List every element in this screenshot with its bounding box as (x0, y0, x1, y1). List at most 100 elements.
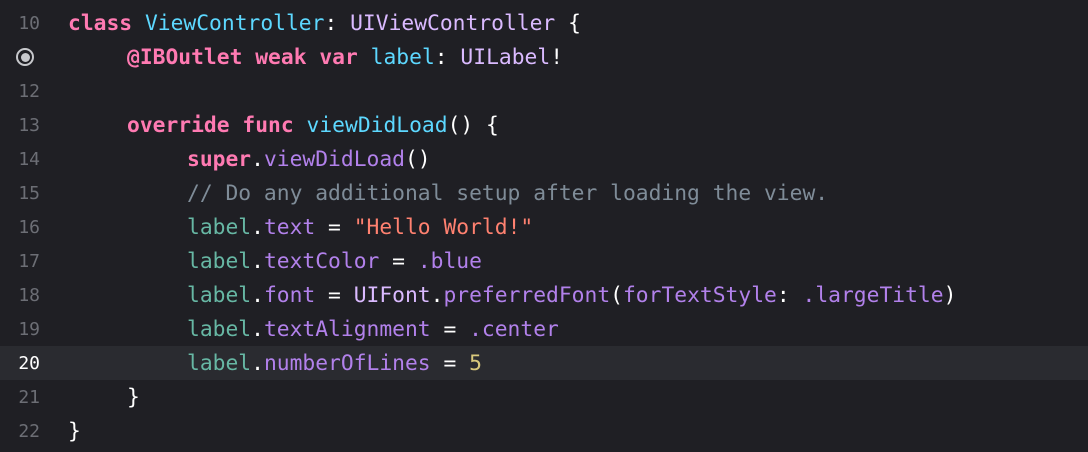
code-editor[interactable]: 10 class ViewController: UIViewControlle… (0, 0, 1088, 452)
type-token: UILabel (460, 44, 551, 70)
operator-token: = (315, 282, 354, 308)
enum-case-token: .center (469, 316, 559, 342)
keyword-token: weak (255, 44, 307, 70)
code-line-17[interactable]: 17 label.textColor = .blue (0, 244, 1088, 278)
punctuation-token: ) (943, 282, 957, 308)
gutter[interactable]: 22 (0, 421, 46, 442)
property-name-token: label (370, 44, 435, 70)
punctuation-token: . (251, 282, 264, 308)
punctuation-token: } (68, 418, 81, 444)
punctuation-token: . (251, 316, 264, 342)
property-token: font (263, 282, 316, 308)
type-token: UIFont (353, 282, 431, 308)
punctuation-token: ! (550, 44, 564, 70)
line-code[interactable]: } (46, 385, 1088, 410)
method-token: preferredFont (443, 282, 611, 308)
code-line-12[interactable]: 12 (0, 74, 1088, 108)
identifier-token: label (187, 350, 252, 376)
line-code[interactable]: // Do any additional setup after loading… (46, 181, 1088, 206)
code-line-18[interactable]: 18 label.font = UIFont.preferredFont(for… (0, 278, 1088, 312)
identifier-token: label (187, 248, 252, 274)
line-code[interactable]: label.textAlignment = .center (46, 317, 1088, 342)
line-number: 19 (18, 318, 40, 340)
line-number: 14 (18, 148, 40, 170)
gutter[interactable]: 12 (0, 81, 46, 102)
function-name-token: viewDidLoad (306, 112, 448, 138)
property-token: numberOfLines (263, 350, 431, 376)
punctuation-token: : (434, 44, 461, 70)
iboutlet-connected-icon[interactable] (16, 48, 34, 66)
code-line-19[interactable]: 19 label.textAlignment = .center (0, 312, 1088, 346)
method-token: viewDidLoad (263, 146, 405, 172)
property-token: text (263, 214, 316, 240)
class-name-token: ViewController (144, 10, 325, 36)
code-line-20-current[interactable]: 20 label.numberOfLines = 5 (0, 346, 1088, 380)
keyword-token: class (68, 10, 133, 36)
comment-token: // Do any additional setup after loading… (187, 180, 829, 206)
code-line-21[interactable]: 21 } (0, 380, 1088, 414)
line-code[interactable]: override func viewDidLoad() { (46, 113, 1088, 138)
line-number: 16 (18, 216, 40, 238)
line-code[interactable]: } (46, 419, 1088, 444)
code-line-22[interactable]: 22 } (0, 414, 1088, 448)
line-code[interactable]: label.textColor = .blue (46, 249, 1088, 274)
code-line-16[interactable]: 16 label.text = "Hello World!" (0, 210, 1088, 244)
gutter[interactable]: 14 (0, 149, 46, 170)
gutter[interactable]: 16 (0, 217, 46, 238)
argument-label-token: forTextStyle (622, 282, 777, 308)
line-code[interactable]: @IBOutlet weak var label: UILabel! (46, 45, 1088, 70)
code-line-10[interactable]: 10 class ViewController: UIViewControlle… (0, 6, 1088, 40)
line-number: 20 (18, 352, 40, 374)
operator-token: = (430, 316, 470, 342)
line-number: 21 (18, 386, 40, 408)
punctuation-token: { (555, 10, 581, 36)
punctuation-token: } (127, 384, 140, 410)
gutter[interactable]: 10 (0, 13, 46, 34)
attribute-token: @IBOutlet (127, 44, 243, 70)
punctuation-token: . (251, 248, 264, 274)
operator-token: = (315, 214, 354, 240)
code-line-14[interactable]: 14 super.viewDidLoad() (0, 142, 1088, 176)
punctuation-token: ( (610, 282, 623, 308)
keyword-token: super (187, 146, 252, 172)
line-number: 12 (18, 80, 40, 102)
enum-case-token: .largeTitle (802, 282, 944, 308)
punctuation-token: . (251, 350, 264, 376)
type-token: UIViewController (350, 10, 556, 36)
identifier-token: label (187, 282, 252, 308)
gutter[interactable]: 13 (0, 115, 46, 136)
line-code[interactable]: class ViewController: UIViewController { (46, 11, 1088, 36)
gutter[interactable]: 20 (0, 353, 46, 374)
punctuation-token: : (776, 282, 803, 308)
enum-case-token: .blue (417, 248, 482, 274)
punctuation-token: () { (447, 112, 499, 138)
line-code[interactable]: super.viewDidLoad() (46, 147, 1088, 172)
punctuation-token: . (251, 214, 264, 240)
line-code[interactable]: label.font = UIFont.preferredFont(forTex… (46, 283, 1088, 308)
line-code[interactable]: label.text = "Hello World!" (46, 215, 1088, 240)
gutter[interactable]: 19 (0, 319, 46, 340)
code-line-13[interactable]: 13 override func viewDidLoad() { (0, 108, 1088, 142)
identifier-token: label (187, 214, 252, 240)
property-token: textColor (263, 248, 380, 274)
code-line-11[interactable]: @IBOutlet weak var label: UILabel! (0, 40, 1088, 74)
punctuation-token: : (324, 10, 351, 36)
line-number: 15 (18, 182, 40, 204)
gutter[interactable] (0, 48, 46, 66)
gutter[interactable]: 15 (0, 183, 46, 204)
operator-token: = (379, 248, 418, 274)
operator-token: = (430, 350, 470, 376)
code-line-15[interactable]: 15 // Do any additional setup after load… (0, 176, 1088, 210)
keyword-token: override (127, 112, 230, 138)
gutter[interactable]: 21 (0, 387, 46, 408)
gutter[interactable]: 17 (0, 251, 46, 272)
gutter[interactable]: 18 (0, 285, 46, 306)
line-code[interactable]: label.numberOfLines = 5 (46, 351, 1088, 376)
line-number: 18 (18, 284, 40, 306)
